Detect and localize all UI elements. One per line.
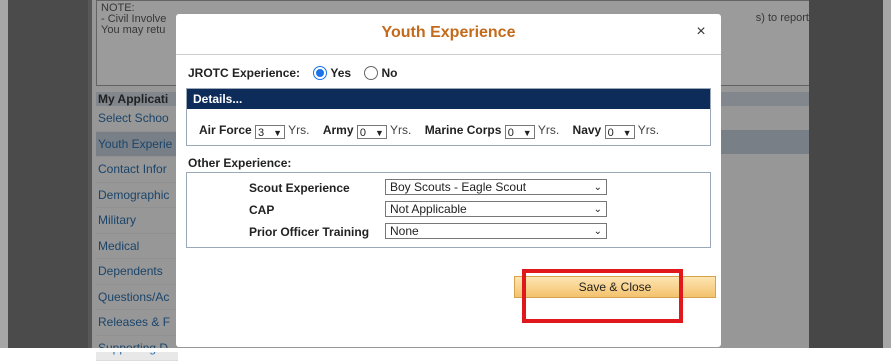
jrotc-no-label[interactable]: No	[381, 66, 397, 80]
air-force-years-select[interactable]: 3▼	[255, 125, 285, 139]
chevron-down-icon: ▼	[623, 126, 632, 140]
navy-years-value: 0	[608, 127, 614, 139]
cap-value: Not Applicable	[390, 202, 467, 216]
jrotc-label: JROTC Experience:	[188, 66, 300, 80]
prior-officer-training-label: Prior Officer Training	[249, 225, 369, 239]
jrotc-experience-row: JROTC Experience: Yes No	[188, 66, 397, 80]
army-years-value: 0	[360, 127, 366, 139]
air-force-label: Air Force	[199, 123, 252, 137]
details-panel: Details... Air Force 3▼ Yrs. Army 0▼ Yrs…	[186, 88, 711, 146]
jrotc-yes-label[interactable]: Yes	[330, 66, 351, 80]
other-experience-panel: Scout Experience Boy Scouts - Eagle Scou…	[186, 172, 711, 248]
cap-select[interactable]: Not Applicable ⌄	[385, 201, 607, 217]
prior-officer-training-select[interactable]: None ⌄	[385, 223, 607, 239]
marine-corps-years-value: 0	[508, 127, 514, 139]
navy-unit: Yrs.	[638, 123, 659, 137]
chevron-down-icon: ⌄	[594, 224, 602, 239]
other-experience-label: Other Experience:	[188, 156, 291, 170]
chevron-down-icon: ▼	[375, 126, 384, 140]
marine-corps-unit: Yrs.	[538, 123, 559, 137]
cap-label: CAP	[249, 203, 274, 217]
air-force-unit: Yrs.	[288, 123, 309, 137]
jrotc-no-radio[interactable]	[364, 66, 378, 80]
marine-corps-label: Marine Corps	[425, 123, 502, 137]
army-years-select[interactable]: 0▼	[357, 125, 387, 139]
chevron-down-icon: ⌄	[594, 202, 602, 217]
dialog-title: Youth Experience	[176, 14, 721, 52]
details-header: Details...	[187, 89, 710, 109]
scout-experience-value: Boy Scouts - Eagle Scout	[390, 180, 526, 194]
chevron-down-icon: ▼	[273, 126, 282, 140]
air-force-years-value: 3	[258, 127, 264, 139]
bottom-strip	[0, 348, 891, 352]
navy-label: Navy	[573, 123, 602, 137]
navy-years-select[interactable]: 0▼	[605, 125, 635, 139]
chevron-down-icon: ▼	[523, 126, 532, 140]
title-divider	[176, 54, 721, 55]
scout-experience-label: Scout Experience	[249, 181, 350, 195]
scout-experience-select[interactable]: Boy Scouts - Eagle Scout ⌄	[385, 179, 607, 195]
screen: NOTE: - Civil Involve You may retu s) to…	[0, 0, 891, 352]
jrotc-yes-radio[interactable]	[313, 66, 327, 80]
chevron-down-icon: ⌄	[594, 180, 602, 195]
army-label: Army	[323, 123, 354, 137]
close-icon[interactable]: ×	[691, 22, 711, 42]
marine-corps-years-select[interactable]: 0▼	[505, 125, 535, 139]
army-unit: Yrs.	[390, 123, 411, 137]
annotation-highlight-box	[522, 269, 683, 323]
prior-officer-training-value: None	[390, 224, 419, 238]
service-years-row: Air Force 3▼ Yrs. Army 0▼ Yrs. Marine Co…	[199, 123, 669, 139]
